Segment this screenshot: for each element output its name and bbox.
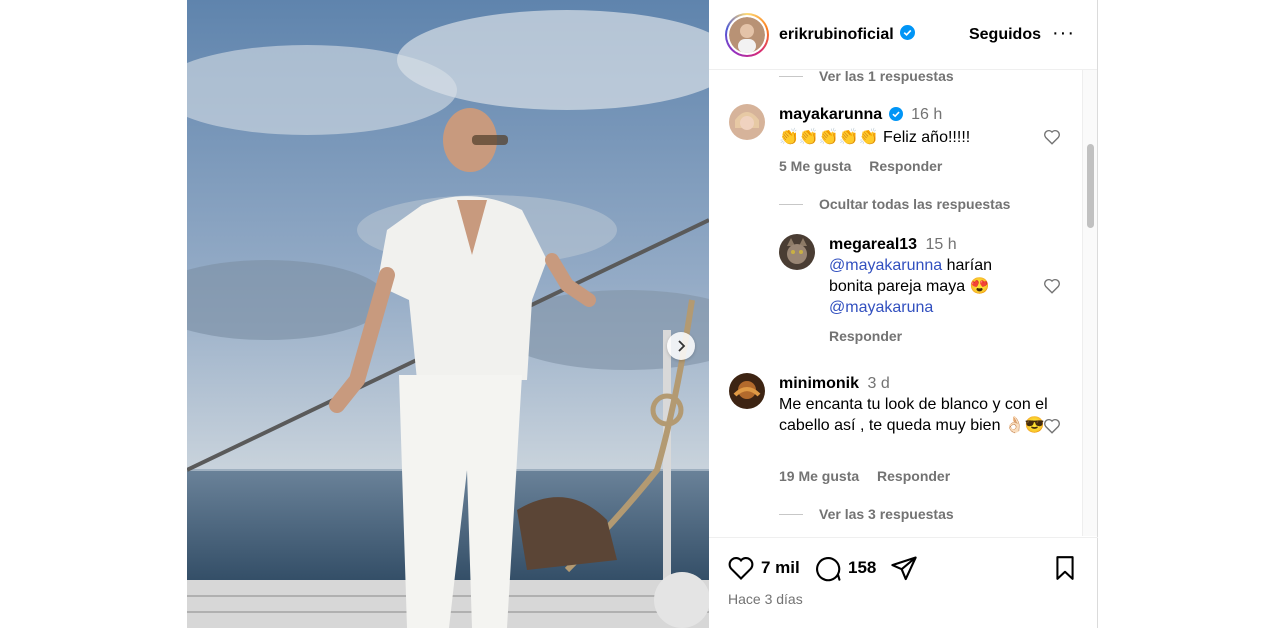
- comment-button[interactable]: 158: [814, 554, 876, 582]
- comments-list: Ver las 1 respuestas mayakarunna 16 h 👏👏…: [709, 70, 1083, 536]
- comment-author[interactable]: mayakarunna: [779, 106, 882, 123]
- comment-text: Me encanta tu look de blanco y con el ca…: [779, 396, 1048, 434]
- commenter-avatar[interactable]: [729, 104, 765, 140]
- profile-avatar[interactable]: [725, 12, 769, 57]
- comment-text: @mayakarunna harían bonita pareja maya 😍…: [829, 255, 1029, 318]
- hide-replies-label: Ocultar todas las respuestas: [819, 196, 1011, 212]
- avatar-image: [729, 16, 765, 53]
- like-comment-icon[interactable]: [1043, 277, 1061, 295]
- post-side-panel: erikrubinoficial Seguidos ··· Ver las 1 …: [709, 0, 1098, 628]
- chevron-right-icon: [678, 340, 686, 352]
- save-button[interactable]: [1052, 554, 1078, 582]
- verified-badge-icon: [888, 106, 903, 127]
- send-icon: [891, 556, 917, 581]
- like-button[interactable]: 7 mil: [727, 554, 800, 582]
- comment-time: 16 h: [911, 106, 943, 123]
- verified-badge-icon: [899, 24, 915, 45]
- following-button[interactable]: Seguidos: [969, 26, 1041, 44]
- post-username[interactable]: erikrubinoficial: [779, 26, 894, 44]
- mention-link[interactable]: @mayakarunna: [829, 257, 942, 274]
- next-photo-button[interactable]: [667, 332, 695, 360]
- bookmark-icon: [1056, 556, 1074, 580]
- divider: [779, 513, 803, 515]
- comment-time: 15 h: [925, 236, 957, 253]
- mention-link[interactable]: @mayakaruna: [829, 299, 933, 316]
- scrollbar-thumb[interactable]: [1087, 144, 1094, 228]
- comment-body: megareal13 15 h @mayakarunna harían boni…: [829, 234, 1029, 318]
- post-actions: 7 mil 158 Hace 3 días: [709, 537, 1098, 628]
- reply-button[interactable]: Responder: [829, 328, 902, 344]
- like-comment-icon[interactable]: [1043, 128, 1061, 146]
- share-button[interactable]: [890, 554, 918, 582]
- comment-time: 3 d: [867, 375, 890, 392]
- post-header: erikrubinoficial Seguidos ···: [709, 0, 1097, 70]
- reply-button[interactable]: Responder: [869, 158, 942, 174]
- view-replies-top-label: Ver las 1 respuestas: [819, 70, 954, 84]
- commenter-avatar[interactable]: [779, 234, 815, 270]
- comment-body: mayakarunna 16 h 👏👏👏👏👏 Feliz año!!!!!: [779, 104, 1049, 148]
- post-timestamp: Hace 3 días: [728, 591, 803, 607]
- comment-meta: Responder: [829, 328, 916, 344]
- comment-icon: [816, 557, 841, 582]
- heart-icon: [728, 557, 754, 580]
- comment-author[interactable]: minimonik: [779, 375, 859, 392]
- divider: [779, 203, 803, 205]
- view-replies-bottom[interactable]: Ver las 3 respuestas: [779, 506, 954, 522]
- comment-text: 👏👏👏👏👏 Feliz año!!!!!: [779, 129, 971, 146]
- divider: [779, 75, 803, 77]
- post-photo: [187, 0, 709, 628]
- hide-replies[interactable]: Ocultar todas las respuestas: [779, 196, 1010, 212]
- likes-count: 7 mil: [761, 558, 800, 577]
- comments-count: 158: [848, 558, 877, 577]
- view-replies-bottom-label: Ver las 3 respuestas: [819, 506, 954, 522]
- comment-likes[interactable]: 19 Me gusta: [779, 468, 859, 484]
- photo-illustration: [187, 0, 709, 628]
- comment-meta: 5 Me gusta Responder: [779, 158, 956, 174]
- reply-button[interactable]: Responder: [877, 468, 950, 484]
- comment-author[interactable]: megareal13: [829, 236, 917, 253]
- commenter-avatar[interactable]: [729, 373, 765, 409]
- more-options-icon[interactable]: ···: [1052, 22, 1075, 45]
- comment-likes[interactable]: 5 Me gusta: [779, 158, 851, 174]
- comment-body: minimonik 3 d Me encanta tu look de blan…: [779, 373, 1049, 436]
- comment-meta: 19 Me gusta Responder: [779, 468, 964, 484]
- like-comment-icon[interactable]: [1043, 417, 1061, 435]
- view-replies-top[interactable]: Ver las 1 respuestas: [779, 70, 954, 84]
- comments-scrollbar[interactable]: [1082, 70, 1097, 536]
